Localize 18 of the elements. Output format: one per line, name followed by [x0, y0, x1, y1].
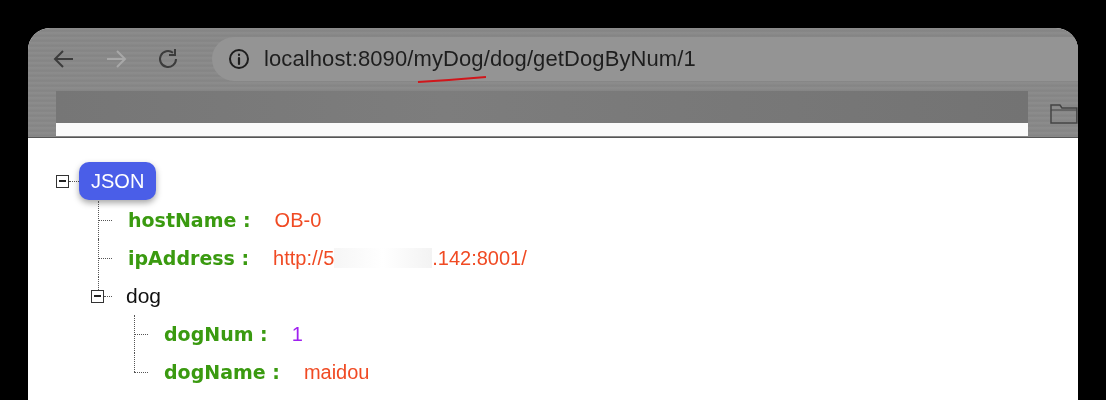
- json-key: ipAddress :: [128, 247, 250, 269]
- info-icon: [228, 48, 250, 70]
- json-key: dogName :: [164, 361, 280, 383]
- json-key: dogNum :: [164, 323, 268, 345]
- json-value: 1: [291, 322, 303, 346]
- url-text: localhost:8090/myDog/dog/getDogByNum/1: [264, 46, 696, 72]
- collapse-toggle[interactable]: [91, 289, 104, 303]
- json-key: hostName :: [128, 209, 251, 231]
- json-value: maidou: [303, 360, 370, 384]
- collapse-toggle[interactable]: [56, 174, 69, 188]
- json-value: http://5: [273, 246, 335, 270]
- folder-icon[interactable]: [1050, 102, 1078, 124]
- pen-underline: [416, 76, 488, 84]
- json-value: OB-0: [274, 208, 322, 232]
- json-key: dog: [126, 284, 162, 308]
- json-root-badge: JSON: [79, 162, 157, 200]
- json-value: .142:8001/: [432, 246, 527, 270]
- address-bar[interactable]: localhost:8090/myDog/dog/getDogByNum/1: [212, 37, 1078, 81]
